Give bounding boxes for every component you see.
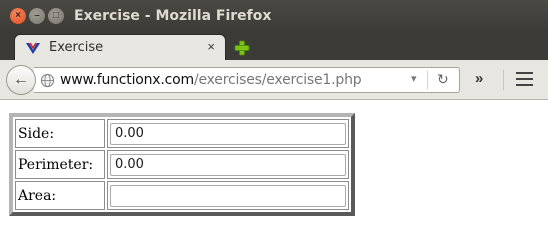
url-path: /exercises/exercise1.php (193, 72, 362, 88)
area-cell (107, 181, 349, 210)
globe-icon (40, 73, 55, 88)
window-title: Exercise - Mozilla Firefox (74, 8, 272, 24)
window-minimize-button[interactable]: – (29, 8, 45, 24)
url-dropdown-icon[interactable]: ▾ (411, 72, 417, 85)
area-input[interactable] (110, 184, 346, 207)
toolbar-separator (503, 70, 504, 90)
perimeter-cell (107, 150, 349, 179)
tab-strip: Exercise × (0, 32, 548, 60)
side-input[interactable] (110, 122, 346, 145)
plus-icon[interactable] (234, 40, 250, 56)
window-close-button[interactable]: × (10, 8, 26, 24)
table-row: Side: (15, 119, 349, 148)
url-bar[interactable]: www.functionx.com/exercises/exercise1.ph… (34, 67, 460, 93)
url-domain: www.functionx.com (60, 72, 194, 88)
window-titlebar: × – □ Exercise - Mozilla Firefox (0, 0, 548, 32)
exercise-form-table: Side: Perimeter: Area: (9, 113, 355, 216)
tab-close-icon[interactable]: × (207, 39, 215, 54)
url-text[interactable]: www.functionx.com/exercises/exercise1.ph… (60, 72, 362, 88)
window-maximize-button[interactable]: □ (48, 8, 64, 24)
hamburger-icon[interactable] (516, 72, 533, 86)
area-label: Area: (15, 181, 105, 210)
overflow-chevron-icon[interactable]: » (475, 70, 483, 87)
functionx-v-icon (26, 42, 40, 54)
perimeter-label: Perimeter: (15, 150, 105, 179)
side-cell (107, 119, 349, 148)
tab-exercise[interactable]: Exercise × (14, 34, 226, 60)
perimeter-input[interactable] (110, 153, 346, 176)
page-content: Side: Perimeter: Area: (0, 101, 548, 242)
back-arrow-icon: ← (13, 71, 29, 88)
table-row: Perimeter: (15, 150, 349, 179)
back-button[interactable]: ← (6, 65, 36, 95)
table-row: Area: (15, 181, 349, 210)
tab-label: Exercise (49, 40, 104, 55)
side-label: Side: (15, 119, 105, 148)
reload-icon[interactable]: ↻ (437, 71, 449, 88)
navigation-toolbar: www.functionx.com/exercises/exercise1.ph… (0, 60, 548, 100)
url-separator (427, 71, 428, 89)
